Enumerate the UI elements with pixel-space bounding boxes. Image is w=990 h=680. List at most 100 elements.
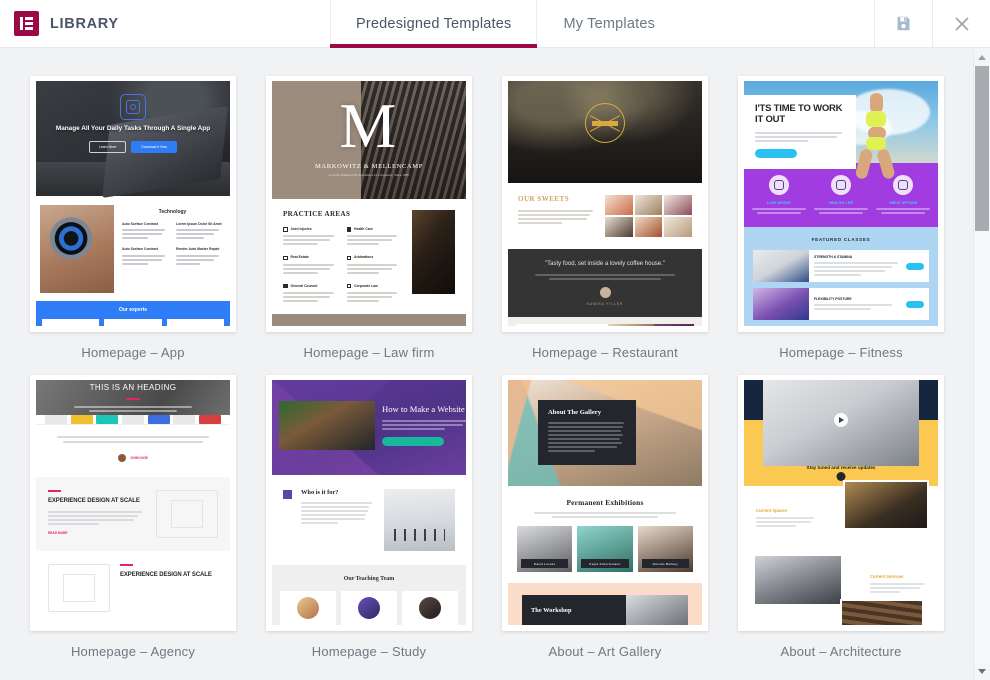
thumb-photo-interior — [384, 489, 455, 551]
thumb-section-title: OUR SWEETS — [518, 195, 596, 203]
template-label: Homepage – Study — [266, 631, 472, 659]
thumb-hero-button — [382, 437, 444, 446]
brand: LIBRARY — [0, 0, 330, 47]
vertical-scrollbar[interactable] — [973, 49, 990, 680]
thumb-feature-label: Lorem Ipsum Dolor Sit Amet — [176, 222, 223, 227]
template-thumbnail: I'TS TIME TO WORK IT OUT LOSE WEIGHT HEA… — [738, 76, 944, 332]
tab-predesigned-templates[interactable]: Predesigned Templates — [330, 0, 537, 47]
thumb-section-title: Technology — [122, 209, 223, 215]
thumb-hero-title: THIS IS AN HEADING — [90, 383, 177, 392]
save-floppy-icon — [895, 15, 912, 32]
thumb-hero-title: I'TS TIME TO WORK IT OUT — [755, 104, 846, 125]
thumb-artist-name: Kayla Schurlemann — [581, 559, 628, 568]
template-thumbnail: M MARKOWITZ & MELLENCAMP A Legal Standar… — [266, 76, 472, 332]
thumb-video-thumbnail — [763, 380, 919, 466]
thumb-item-title: Current Spaces — [756, 508, 818, 513]
template-card-homepage-law-firm[interactable]: M MARKOWITZ & MELLENCAMP A Legal Standar… — [266, 76, 472, 360]
thumb-section-title: PRACTICE AREAS — [283, 210, 403, 218]
template-thumbnail: Manage All Your Daily Tasks Through A Si… — [30, 76, 236, 332]
template-card-about-architecture[interactable]: About Us Stay tuned and receive updates — [738, 375, 944, 659]
thumb-illustration — [156, 490, 218, 538]
close-x-icon — [952, 14, 972, 34]
heart-icon — [831, 175, 851, 195]
thumb-hero-button — [755, 149, 797, 158]
thumb-logo-bar — [36, 415, 230, 425]
chevron-up-icon — [978, 55, 986, 60]
thumb-class-label: FLEXIBILITY POSTURE — [814, 297, 901, 301]
template-card-homepage-study[interactable]: How to Make a Website Who is it for? — [266, 375, 472, 659]
template-grid: Manage All Your Daily Tasks Through A Si… — [0, 48, 990, 659]
template-label: Homepage – App — [30, 332, 236, 360]
restaurant-badge-icon — [585, 103, 625, 143]
scrollbar-thumb[interactable] — [975, 66, 989, 231]
thumb-area-label: General Counsel — [291, 284, 318, 289]
thumb-section-title: Permanent Exhibitions — [517, 498, 693, 507]
thumb-photo-athlete — [852, 91, 904, 183]
save-button[interactable] — [874, 0, 932, 47]
dumbbell-icon — [893, 175, 913, 195]
template-thumbnail: OUR SWEETS — [502, 76, 708, 332]
template-card-homepage-app[interactable]: Manage All Your Daily Tasks Through A Si… — [30, 76, 236, 360]
play-icon — [834, 413, 848, 427]
thumb-button-1: Learn More — [89, 141, 126, 153]
thumb-photo-watch — [40, 205, 114, 293]
thumb-photo-office — [412, 210, 455, 294]
thumb-team-title: Our Teaching Team — [280, 576, 458, 582]
thumb-area-label: Corporate Law — [354, 284, 378, 289]
close-button[interactable] — [932, 0, 990, 47]
thumb-illustration — [48, 564, 110, 612]
template-card-about-art-gallery[interactable]: About The Gallery Permanent Exhibitions … — [502, 375, 708, 659]
thumb-feature-label: Render Auto Master Repair — [176, 247, 223, 252]
thumb-benefit-label: GREAT OPTIONS — [872, 201, 934, 205]
template-label: Homepage – Agency — [30, 631, 236, 659]
thumb-class-button — [906, 263, 924, 270]
template-card-homepage-fitness[interactable]: I'TS TIME TO WORK IT OUT LOSE WEIGHT HEA… — [738, 76, 944, 360]
thumb-band-title: Our experts — [36, 307, 230, 313]
thumb-link: READ MORE — [48, 531, 146, 535]
thumb-class-label: STRENGTH & STAMINA — [814, 255, 901, 259]
thumb-firm-name: MARKOWITZ & MELLENCAMP — [315, 163, 423, 170]
bookmark-icon — [283, 490, 292, 499]
app-logo-icon — [120, 94, 146, 120]
template-label: Homepage – Law firm — [266, 332, 472, 360]
thumb-photo-student — [279, 401, 375, 450]
thumb-area-label: Arbitrations — [354, 255, 373, 260]
thumb-hero-title: Manage All Your Daily Tasks Through A Si… — [56, 124, 210, 135]
tab-my-templates[interactable]: My Templates — [537, 0, 681, 47]
scroll-up-button[interactable] — [974, 49, 990, 66]
scrollbar-track[interactable] — [974, 66, 990, 663]
thumb-benefit-label: LOSE WEIGHT — [748, 201, 810, 205]
shoe-icon — [769, 175, 789, 195]
thumb-author: SAMIRA FILLER — [522, 302, 688, 306]
thumb-section-title: EXPERIENCE DESIGN AT SCALE — [48, 498, 146, 506]
thumb-quote-name: JOHN DOE — [130, 456, 148, 460]
thumb-card-title: About The Gallery — [548, 409, 626, 416]
thumb-section-title: Who is it for? — [301, 489, 375, 496]
tab-label: Predesigned Templates — [356, 16, 511, 32]
thumb-monogram: M — [339, 99, 396, 153]
elementor-logo-icon — [14, 11, 39, 36]
thumb-feature-label: Auto Surface Contrast — [122, 247, 169, 252]
header-actions — [874, 0, 990, 47]
thumb-feature-label: Auto Surface Contrast — [122, 222, 169, 227]
thumb-benefit-label: HEALTHY LIFE — [810, 201, 872, 205]
template-label: Homepage – Restaurant — [502, 332, 708, 360]
tab-bar: Predesigned Templates My Templates — [330, 0, 874, 47]
library-modal: LIBRARY Predesigned Templates My Templat… — [0, 0, 990, 680]
template-card-homepage-agency[interactable]: THIS IS AN HEADING JOHN DOE — [30, 375, 236, 659]
thumb-area-label: Real Estate — [291, 255, 309, 260]
templates-scroll-area[interactable]: Manage All Your Daily Tasks Through A Si… — [0, 48, 990, 680]
thumb-artist-name: David Lucasz — [521, 559, 568, 568]
template-card-homepage-restaurant[interactable]: OUR SWEETS — [502, 76, 708, 360]
thumb-band-text: Stay tuned and receive updates — [744, 465, 938, 470]
thumb-hero-title: How to Make a Website — [382, 404, 466, 414]
thumb-photo-2 — [753, 554, 843, 606]
chevron-down-icon — [978, 669, 986, 674]
thumb-photo-1 — [843, 480, 929, 530]
template-thumbnail: About The Gallery Permanent Exhibitions … — [502, 375, 708, 631]
scroll-down-button[interactable] — [974, 663, 990, 680]
page-title: LIBRARY — [50, 16, 119, 32]
template-label: About – Architecture — [738, 631, 944, 659]
modal-header: LIBRARY Predesigned Templates My Templat… — [0, 0, 990, 48]
tab-label: My Templates — [563, 16, 655, 32]
